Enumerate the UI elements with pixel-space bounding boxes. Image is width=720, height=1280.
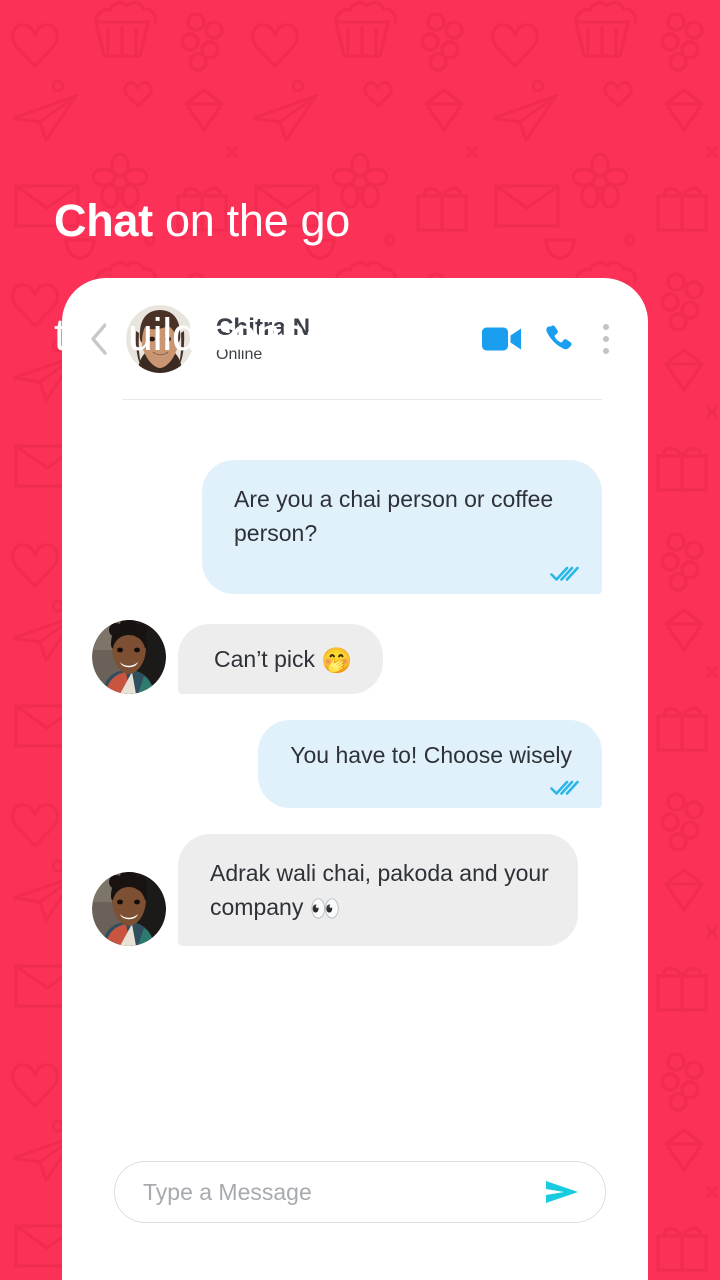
voice-call-button[interactable] xyxy=(530,315,586,363)
headline-line-1: Chat on the go xyxy=(54,135,446,249)
message-emoji: 👀 xyxy=(309,895,341,923)
message-list: Are you a chai person or coffee person? xyxy=(62,400,648,972)
message-bubble-incoming[interactable]: Can’t pick 🤭 xyxy=(178,624,383,694)
more-options-button[interactable] xyxy=(586,315,626,363)
message-bubble-outgoing[interactable]: You have to! Choose wisely xyxy=(258,720,602,808)
double-check-icon xyxy=(550,779,580,796)
message-row-outgoing: Are you a chai person or coffee person? xyxy=(92,460,602,594)
message-row-incoming: Adrak wali chai, pakoda and your company… xyxy=(92,834,602,946)
kebab-dot-2 xyxy=(603,336,609,342)
video-camera-icon xyxy=(482,327,521,351)
message-text: Can’t pick xyxy=(214,646,322,672)
kebab-dot-1 xyxy=(603,324,609,330)
message-composer xyxy=(114,1161,606,1223)
headline-line-2: to build connections xyxy=(54,309,446,360)
kebab-dot-3 xyxy=(603,348,609,354)
chat-phone-card: Chitra N Online Are you a chai person or… xyxy=(62,278,648,1280)
send-button[interactable] xyxy=(541,1171,583,1213)
message-bubble-incoming[interactable]: Adrak wali chai, pakoda and your company… xyxy=(178,834,578,946)
avatar-photo-sender xyxy=(92,872,166,946)
header-actions xyxy=(474,315,626,363)
message-text: Adrak wali chai, pakoda and your company xyxy=(210,860,549,920)
sender-avatar[interactable] xyxy=(92,620,166,694)
sender-avatar[interactable] xyxy=(92,872,166,946)
message-row-outgoing: You have to! Choose wisely xyxy=(92,720,602,808)
headline-bold-word: Chat xyxy=(54,195,153,246)
video-call-button[interactable] xyxy=(474,315,530,363)
message-bubble-outgoing[interactable]: Are you a chai person or coffee person? xyxy=(202,460,602,594)
message-input[interactable] xyxy=(143,1178,541,1206)
double-check-icon xyxy=(550,565,580,582)
headline-line-1-rest: on the go xyxy=(152,195,350,246)
page-headline: Chat on the go to build connections xyxy=(54,78,446,420)
message-row-incoming: Can’t pick 🤭 xyxy=(92,620,602,694)
phone-icon xyxy=(546,325,572,350)
avatar-photo-sender xyxy=(92,620,166,694)
message-emoji: 🤭 xyxy=(321,647,353,675)
message-text: Are you a chai person or coffee person? xyxy=(234,486,554,546)
send-arrow-icon xyxy=(546,1181,578,1203)
message-text: You have to! Choose wisely xyxy=(290,742,572,768)
